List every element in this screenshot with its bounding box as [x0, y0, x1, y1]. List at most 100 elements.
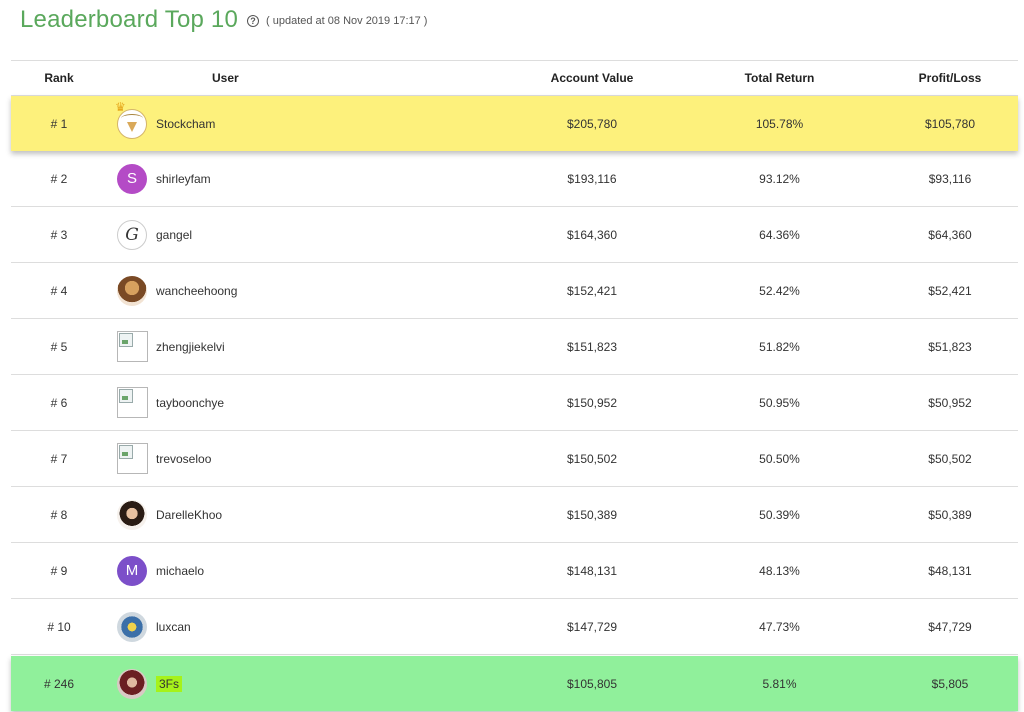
- table-row: # 10 luxcan $147,729 47.73% $47,729: [11, 599, 1018, 655]
- rank-cell: # 1: [50, 116, 68, 131]
- table-row: # 6 tayboonchye $150,952 50.95% $50,952: [11, 375, 1018, 431]
- account-value-cell: $148,131: [566, 563, 618, 578]
- account-value-cell: $147,729: [566, 619, 618, 634]
- total-return-cell: 48.13%: [759, 563, 800, 578]
- total-return-cell: 5.81%: [762, 676, 797, 691]
- profit-loss-cell: $47,729: [928, 619, 972, 634]
- updated-timestamp: ( updated at 08 Nov 2019 17:17 ): [266, 15, 428, 27]
- table-row: # 9 M michaelo $148,131 48.13% $48,131: [11, 543, 1018, 599]
- broken-image-icon[interactable]: [117, 443, 148, 474]
- table-header: Rank User Account Value Total Return Pro…: [11, 60, 1018, 96]
- total-return-cell: 64.36%: [759, 227, 800, 242]
- username-link[interactable]: gangel: [156, 228, 192, 242]
- rank-cell: # 3: [50, 227, 68, 242]
- rank-cell: # 4: [50, 283, 68, 298]
- avatar[interactable]: M: [117, 555, 147, 586]
- rank-cell: # 7: [50, 451, 68, 466]
- account-value-cell: $152,421: [566, 283, 618, 298]
- leaderboard-table: Rank User Account Value Total Return Pro…: [11, 60, 1018, 711]
- username-link[interactable]: trevoseloo: [156, 452, 211, 466]
- avatar[interactable]: [117, 611, 147, 642]
- username-link[interactable]: 3Fs: [156, 675, 183, 692]
- avatar[interactable]: S: [117, 163, 147, 194]
- user-cell: zhengjiekelvi: [107, 331, 507, 362]
- crown-icon: ♛: [115, 99, 126, 114]
- user-cell: M michaelo: [107, 555, 507, 586]
- rank-cell: # 9: [50, 563, 68, 578]
- rank-cell: # 6: [50, 395, 68, 410]
- column-header-account-value: Account Value: [550, 71, 634, 85]
- ice-cream-logo-icon: [127, 121, 137, 132]
- total-return-cell: 50.50%: [759, 451, 800, 466]
- total-return-cell: 93.12%: [759, 171, 800, 186]
- user-cell: luxcan: [107, 611, 507, 642]
- table-row: # 5 zhengjiekelvi $151,823 51.82% $51,82…: [11, 319, 1018, 375]
- user-cell: S shirleyfam: [107, 163, 507, 194]
- table-row: # 8 DarelleKhoo $150,389 50.39% $50,389: [11, 487, 1018, 543]
- rank-cell: # 2: [50, 171, 68, 186]
- page-header: Leaderboard Top 10 ? ( updated at 08 Nov…: [20, 6, 427, 34]
- username-link[interactable]: zhengjiekelvi: [156, 340, 225, 354]
- rank-cell: # 246: [43, 676, 75, 691]
- avatar[interactable]: G: [117, 219, 147, 250]
- column-header-profit-loss: Profit/Loss: [918, 71, 982, 85]
- total-return-cell: 51.82%: [759, 339, 800, 354]
- user-cell: tayboonchye: [107, 387, 507, 418]
- account-value-cell: $151,823: [566, 339, 618, 354]
- avatar[interactable]: [117, 499, 147, 530]
- user-cell: trevoseloo: [107, 443, 507, 474]
- table-row: # 3 G gangel $164,360 64.36% $64,360: [11, 207, 1018, 263]
- profit-loss-cell: $50,389: [928, 507, 972, 522]
- total-return-cell: 50.39%: [759, 507, 800, 522]
- username-link[interactable]: wancheehoong: [156, 284, 237, 298]
- account-value-cell: $164,360: [566, 227, 618, 242]
- username-link[interactable]: shirleyfam: [156, 172, 211, 186]
- user-cell: wancheehoong: [107, 275, 507, 306]
- column-header-total-return: Total Return: [744, 71, 815, 85]
- profit-loss-cell: $51,823: [928, 339, 972, 354]
- profit-loss-cell: $5,805: [931, 676, 969, 691]
- profit-loss-cell: $105,780: [924, 116, 976, 131]
- account-value-cell: $205,780: [566, 116, 618, 131]
- profit-loss-cell: $48,131: [928, 563, 972, 578]
- help-icon[interactable]: ?: [247, 15, 260, 27]
- username-link[interactable]: luxcan: [156, 620, 191, 634]
- table-row: # 4 wancheehoong $152,421 52.42% $52,421: [11, 263, 1018, 319]
- avatar[interactable]: [117, 668, 147, 699]
- table-row: # 1 ♛ Stockcham $205,780 105.78% $105,78…: [11, 96, 1018, 151]
- column-header-user: User: [212, 71, 239, 85]
- rank-cell: # 8: [50, 507, 68, 522]
- avatar[interactable]: [117, 275, 147, 306]
- broken-image-icon[interactable]: [117, 387, 148, 418]
- username-link[interactable]: DarelleKhoo: [156, 508, 222, 522]
- total-return-cell: 105.78%: [755, 116, 804, 131]
- profit-loss-cell: $52,421: [928, 283, 972, 298]
- user-cell: DarelleKhoo: [107, 499, 507, 530]
- account-value-cell: $150,502: [566, 451, 618, 466]
- page-title: Leaderboard Top 10: [20, 6, 239, 33]
- total-return-cell: 50.95%: [759, 395, 800, 410]
- user-cell: 3Fs: [107, 668, 507, 699]
- user-cell: G gangel: [107, 219, 507, 250]
- table-row: # 2 S shirleyfam $193,116 93.12% $93,116: [11, 151, 1018, 207]
- account-value-cell: $193,116: [567, 171, 617, 186]
- username-link[interactable]: tayboonchye: [156, 396, 224, 410]
- avatar[interactable]: ♛: [115, 101, 147, 139]
- username-link[interactable]: Stockcham: [156, 117, 215, 131]
- column-header-rank: Rank: [44, 71, 74, 85]
- total-return-cell: 52.42%: [759, 283, 800, 298]
- total-return-cell: 47.73%: [759, 619, 800, 634]
- username-link[interactable]: michaelo: [156, 564, 204, 578]
- current-user-row: # 246 3Fs $105,805 5.81% $5,805: [11, 656, 1018, 711]
- profit-loss-cell: $50,952: [928, 395, 972, 410]
- broken-image-icon[interactable]: [117, 331, 148, 362]
- rank-cell: # 10: [47, 619, 71, 634]
- user-cell: ♛ Stockcham: [107, 101, 507, 139]
- table-row: # 7 trevoseloo $150,502 50.50% $50,502: [11, 431, 1018, 487]
- account-value-cell: $150,389: [566, 507, 618, 522]
- logo-ring: [121, 113, 143, 123]
- rank-cell: # 5: [50, 339, 68, 354]
- account-value-cell: $105,805: [566, 676, 618, 691]
- profit-loss-cell: $64,360: [928, 227, 972, 242]
- account-value-cell: $150,952: [566, 395, 618, 410]
